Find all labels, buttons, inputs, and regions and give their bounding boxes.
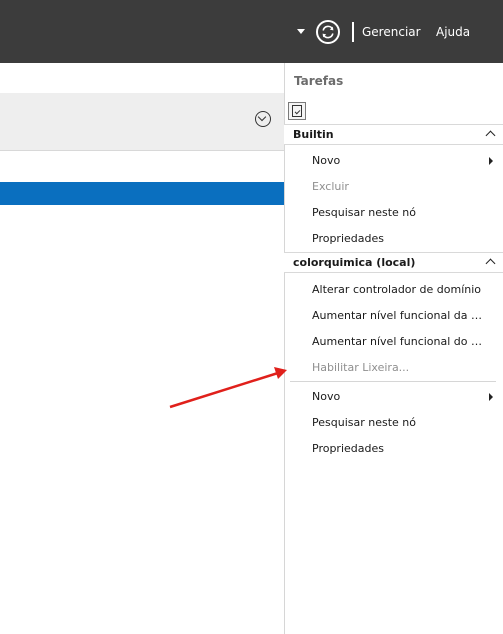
annotation-arrow-icon bbox=[169, 367, 287, 409]
